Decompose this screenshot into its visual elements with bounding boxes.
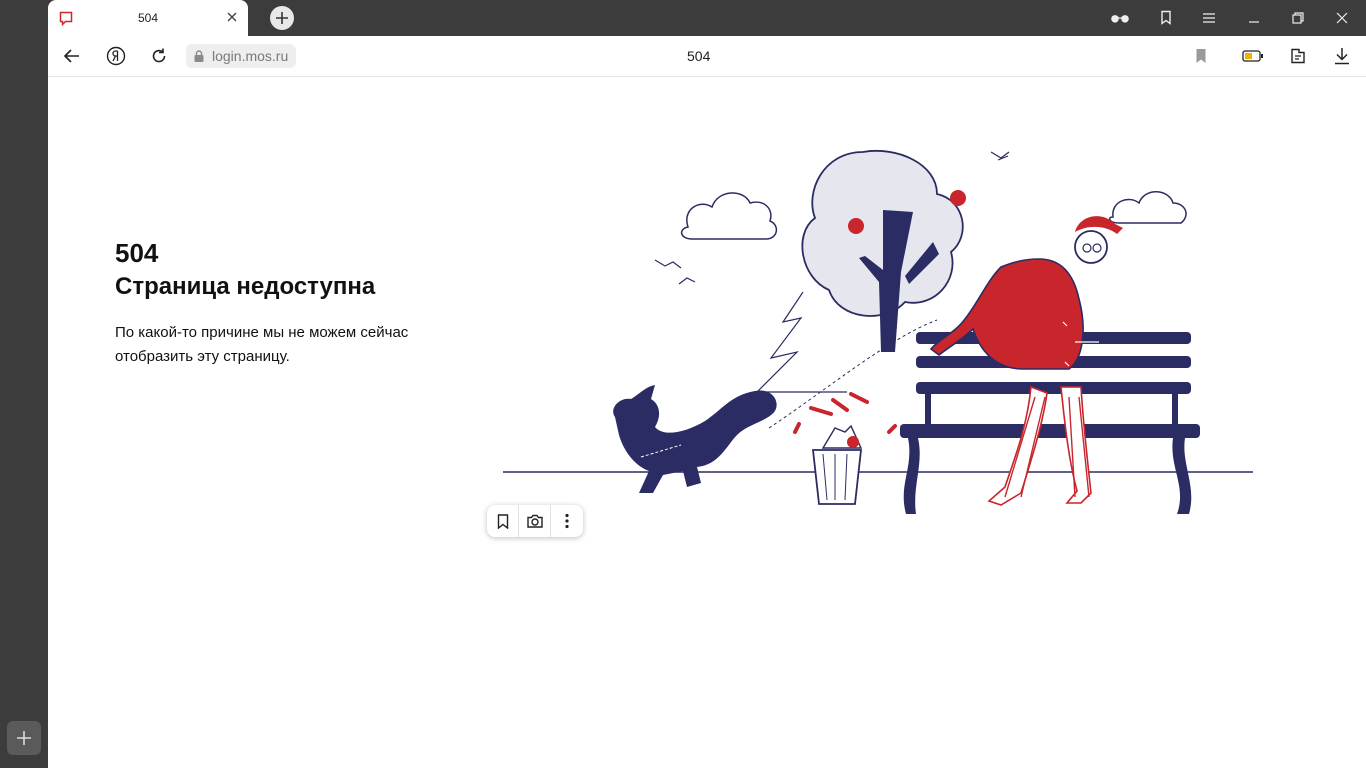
tab-title: 504 (138, 11, 159, 25)
window-close-button[interactable] (1332, 8, 1352, 28)
new-tab-button[interactable] (270, 6, 294, 30)
error-description: По какой-то причине мы не можем сейчас о… (115, 324, 409, 365)
reading-glasses-icon (1111, 15, 1129, 23)
menu-icon (1203, 13, 1215, 23)
window-close-icon (1336, 12, 1348, 24)
extensions-button[interactable] (1287, 45, 1309, 67)
page-content: 504 Страница недоступна По какой-то прич… (48, 77, 1366, 768)
back-button[interactable] (61, 45, 83, 67)
plus-icon (17, 731, 31, 745)
side-add-button[interactable] (7, 721, 41, 755)
minimize-icon (1249, 21, 1259, 23)
bookmark-icon (497, 513, 508, 529)
menu-button[interactable] (1199, 8, 1219, 28)
side-panel (0, 0, 48, 768)
close-icon[interactable] (224, 9, 240, 25)
floating-action-bar (487, 505, 583, 537)
collections-button[interactable] (1156, 8, 1176, 28)
more-icon (565, 513, 569, 529)
reload-button[interactable] (148, 45, 170, 67)
lock-icon (194, 50, 204, 62)
download-icon (1335, 48, 1349, 65)
bookmark-icon (1196, 49, 1206, 63)
park-illustration (503, 150, 1253, 514)
error-code: 504 (115, 238, 159, 268)
more-options-button[interactable] (551, 505, 583, 537)
extensions-icon (1291, 48, 1305, 64)
downloads-button[interactable] (1331, 45, 1353, 67)
address-toolbar: login.mos.ru 504 (48, 36, 1366, 77)
save-to-collection-button[interactable] (487, 505, 519, 537)
bookmark-button[interactable] (1190, 45, 1212, 67)
yandex-icon (106, 46, 126, 66)
back-icon (63, 49, 79, 63)
page-title: 504 (687, 48, 711, 64)
plus-icon (276, 12, 288, 24)
power-saving-button[interactable] (1242, 45, 1264, 67)
yandex-button[interactable] (105, 45, 127, 67)
screenshot-button[interactable] (519, 505, 551, 537)
address-bar[interactable]: login.mos.ru (186, 44, 297, 68)
bookmark-tab-icon (59, 11, 73, 26)
collections-icon (1161, 10, 1171, 25)
battery-icon (1242, 50, 1263, 62)
restore-icon (1292, 12, 1304, 24)
browser-tab[interactable]: 504 (48, 0, 248, 36)
title-bar: 504 (48, 0, 1366, 36)
restore-button[interactable] (1288, 8, 1308, 28)
error-title: Страница недоступна (115, 273, 376, 300)
minimize-button[interactable] (1244, 8, 1264, 28)
camera-icon (526, 514, 543, 528)
reload-icon (152, 48, 166, 63)
reading-mode-button[interactable] (1110, 8, 1130, 28)
url-text: login.mos.ru (212, 48, 289, 64)
